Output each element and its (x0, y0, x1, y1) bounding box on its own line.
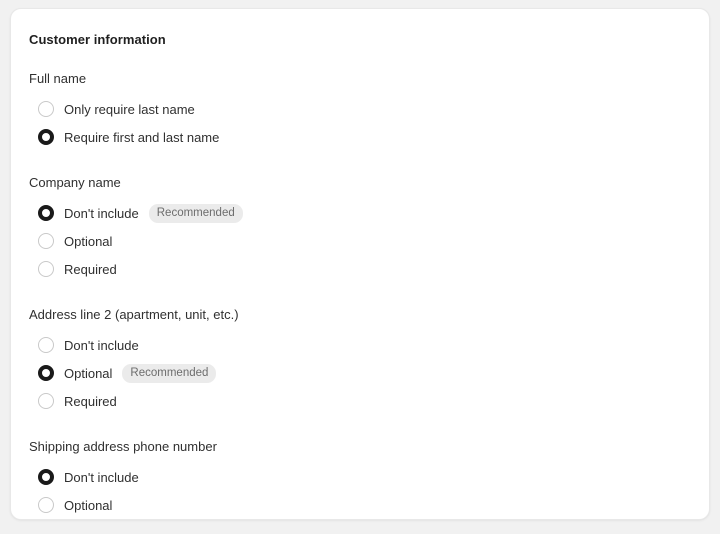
radio-group-address-line-2-apartment-unit-etc: Address line 2 (apartment, unit, etc.) Do… (29, 306, 691, 415)
radio-option-don-t-include[interactable]: Don't include (29, 463, 691, 491)
radio-unselected-icon[interactable] (38, 497, 54, 513)
radio-option-label: Required (64, 393, 117, 409)
radio-option-optional[interactable]: Optional (29, 491, 691, 519)
customer-information-card: Customer information Full name Only requi… (10, 8, 710, 520)
radio-option-required[interactable]: Required (29, 387, 691, 415)
radio-group-full-name: Full name Only require last name Require f… (29, 70, 691, 151)
radio-option-label: Optional (64, 497, 113, 513)
radio-option-label: Optional (64, 233, 113, 249)
radio-selected-icon[interactable] (38, 205, 54, 221)
radio-group-shipping-address-phone-number: Shipping address phone number Don't inclu… (29, 438, 691, 520)
radio-selected-icon[interactable] (38, 129, 54, 145)
radio-option-don-t-include[interactable]: Don't include (29, 331, 691, 359)
recommended-badge: Recommended (122, 363, 217, 383)
radio-option-optional[interactable]: Optional Recommended (29, 359, 691, 387)
radio-option-label: Only require last name (64, 101, 195, 117)
group-label: Address line 2 (apartment, unit, etc.) (29, 307, 239, 322)
recommended-badge: Recommended (148, 203, 243, 223)
radio-option-required[interactable]: Required (29, 519, 691, 520)
radio-unselected-icon[interactable] (38, 261, 54, 277)
radio-group-company-name: Company name Don't include Recommended Opti… (29, 174, 691, 283)
radio-unselected-icon[interactable] (38, 337, 54, 353)
radio-unselected-icon[interactable] (38, 101, 54, 117)
radio-option-require-first-and-last-name[interactable]: Require first and last name (29, 123, 691, 151)
radio-option-optional[interactable]: Optional (29, 227, 691, 255)
radio-option-label: Don't include (64, 205, 139, 221)
radio-option-label: Don't include (64, 337, 139, 353)
radio-unselected-icon[interactable] (38, 393, 54, 409)
group-label: Company name (29, 175, 121, 190)
group-label: Shipping address phone number (29, 439, 217, 454)
radio-selected-icon[interactable] (38, 365, 54, 381)
radio-option-don-t-include[interactable]: Don't include Recommended (29, 199, 691, 227)
radio-option-only-require-last-name[interactable]: Only require last name (29, 95, 691, 123)
radio-selected-icon[interactable] (38, 469, 54, 485)
radio-option-label: Optional (64, 365, 113, 381)
settings-groups: Full name Only require last name Require f… (29, 70, 691, 520)
card-title: Customer information (29, 32, 166, 47)
radio-option-required[interactable]: Required (29, 255, 691, 283)
radio-option-label: Require first and last name (64, 129, 220, 145)
radio-option-label: Required (64, 261, 117, 277)
group-label: Full name (29, 71, 87, 86)
radio-option-label: Don't include (64, 469, 139, 485)
radio-unselected-icon[interactable] (38, 233, 54, 249)
